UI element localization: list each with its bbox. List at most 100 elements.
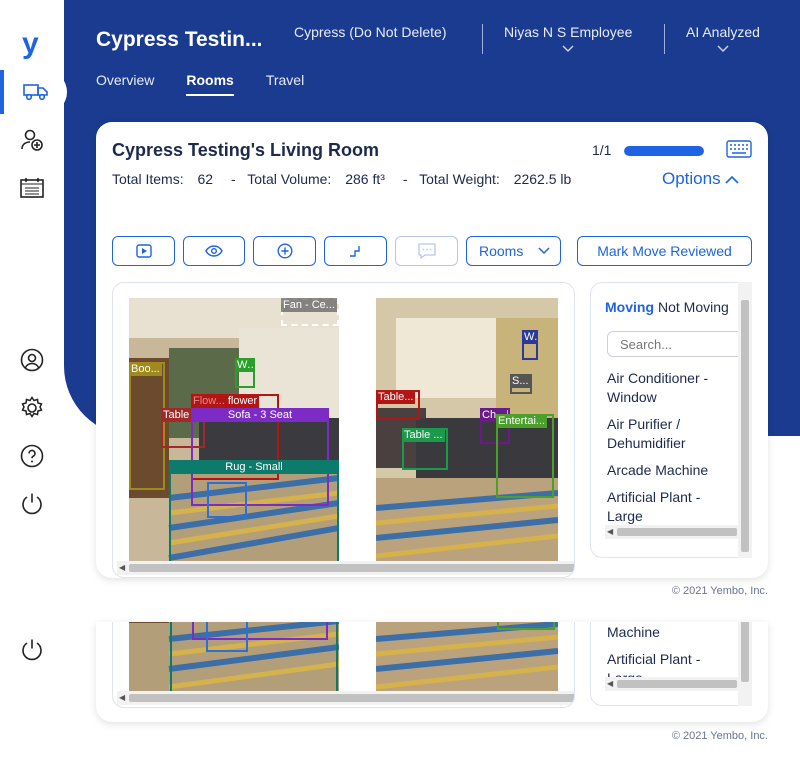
account-name: Cypress (Do Not Delete)	[294, 24, 447, 40]
sidebar-item-add-user[interactable]	[0, 118, 64, 162]
bbox-label: Entertai...	[496, 414, 548, 428]
profile-icon	[20, 348, 44, 372]
bbox-label-flower: flower	[227, 395, 258, 407]
settings-icon	[21, 396, 43, 418]
bbox-w[interactable]: W...	[522, 330, 538, 360]
eye-icon	[205, 245, 223, 257]
calendar-icon	[20, 178, 44, 198]
chevron-down-icon	[562, 45, 574, 53]
sidebar-item-calendar[interactable]	[0, 166, 64, 210]
analysis-status: AI Analyzed	[686, 24, 760, 40]
bbox-label: Table...	[376, 390, 416, 404]
room-photo-1-lower	[129, 622, 339, 693]
help-icon	[20, 444, 44, 468]
add-item-button[interactable]	[253, 236, 316, 266]
scroll-left-arrow-icon[interactable]: ◀	[119, 563, 125, 572]
comment-icon	[417, 243, 436, 259]
power-icon	[22, 639, 42, 661]
copyright: © 2021 Yembo, Inc.	[671, 585, 768, 597]
scrollbar-thumb[interactable]	[741, 300, 749, 552]
tab-not-moving[interactable]: Not Moving	[658, 299, 729, 315]
sidebar-item-logout-duplicate[interactable]	[0, 628, 64, 672]
room-photo-1[interactable]: Fan - Ce... Boo... W... Flow... flower T…	[129, 298, 339, 564]
images-horizontal-scrollbar[interactable]: ◀ ▶	[117, 561, 574, 575]
scroll-left-arrow-icon[interactable]: ◀	[119, 693, 125, 702]
item-search-input[interactable]	[607, 331, 747, 357]
items-horizontal-scrollbar[interactable]: ◀	[605, 525, 751, 539]
scrollbar-thumb[interactable]	[129, 694, 574, 702]
list-item[interactable]: Air Conditioner - Window	[607, 369, 719, 407]
bbox-label: Sofa - 3 Seat	[191, 408, 329, 422]
sidebar-item-moves[interactable]	[0, 70, 67, 114]
scrollbar-thumb[interactable]	[741, 622, 749, 682]
sidebar-item-logout[interactable]	[0, 482, 64, 526]
comment-button[interactable]	[395, 236, 458, 266]
list-item[interactable]: Air Purifier / Dehumidifier	[607, 415, 719, 453]
measure-button[interactable]	[324, 236, 387, 266]
bbox-fan[interactable]: Fan - Ce...	[281, 298, 339, 326]
images-horizontal-scrollbar-lower[interactable]: ◀ ▶	[117, 691, 574, 705]
chevron-down-icon	[717, 45, 729, 53]
mark-move-reviewed-button[interactable]: Mark Move Reviewed	[577, 236, 752, 266]
stat-separator: -	[402, 171, 408, 187]
scrollbar-thumb[interactable]	[617, 528, 737, 536]
options-toggle[interactable]: Options	[662, 169, 739, 189]
bbox-label-flow: Flow...	[193, 395, 225, 407]
sidebar-item-settings[interactable]	[0, 386, 64, 430]
room-images-panel: Fan - Ce... Boo... W... Flow... flower T…	[112, 282, 575, 578]
play-icon	[135, 244, 152, 258]
tab-overview[interactable]: Overview	[96, 72, 154, 96]
scrollbar-thumb[interactable]	[617, 680, 737, 688]
view-button[interactable]	[183, 236, 245, 266]
scroll-left-arrow-icon[interactable]: ◀	[607, 679, 613, 688]
list-item[interactable]: Machine	[607, 623, 719, 642]
tab-travel[interactable]: Travel	[266, 72, 304, 96]
progress-fill	[624, 146, 704, 156]
sidebar: y	[0, 0, 67, 768]
corner-icon	[349, 246, 360, 257]
bbox-s[interactable]: S...	[510, 374, 532, 394]
keyboard-icon[interactable]	[726, 140, 752, 158]
chevron-down-icon	[538, 247, 550, 255]
user-dropdown[interactable]: Niyas N S Employee	[504, 24, 632, 56]
items-horizontal-scrollbar-lower[interactable]: ◀	[605, 677, 751, 691]
bbox-label: S...	[510, 374, 531, 388]
tab-moving[interactable]: Moving	[605, 299, 654, 315]
room-photo-2-lower-image	[376, 622, 558, 693]
room-toolbar: Rooms Mark Move Reviewed	[112, 236, 752, 266]
copyright-lower: © 2021 Yembo, Inc.	[671, 730, 768, 742]
items-panel: MovingNot Moving Air Conditioner - Windo…	[590, 282, 752, 558]
bbox-books[interactable]: Boo...	[129, 362, 165, 490]
bbox-stool[interactable]	[207, 482, 247, 518]
rooms-dropdown[interactable]: Rooms	[466, 236, 561, 266]
bbox-label: Fan - Ce...	[281, 298, 337, 312]
room-photo-2[interactable]: W... S... Table... Ch... Entertai... Tab…	[376, 298, 558, 564]
bbox-entertainment[interactable]: Entertai...	[496, 414, 554, 498]
items-vertical-scrollbar[interactable]	[738, 282, 752, 558]
items-vertical-scrollbar-lower[interactable]	[738, 622, 752, 706]
bbox-table-1[interactable]: Table...	[376, 390, 420, 420]
bbox-w[interactable]: W...	[235, 358, 255, 388]
list-item[interactable]: Arcade Machine	[607, 461, 719, 480]
yembo-logo[interactable]: y	[22, 29, 44, 60]
play-video-button[interactable]	[112, 236, 175, 266]
sidebar-item-profile[interactable]	[0, 338, 64, 382]
list-item[interactable]: Artificial Plant - Large	[607, 488, 719, 526]
status-dropdown[interactable]: AI Analyzed	[686, 24, 760, 56]
bbox-label: W...	[522, 330, 538, 344]
bbox-table-2[interactable]: Table ...	[402, 428, 448, 470]
room-title: Cypress Testing's Living Room	[112, 140, 379, 160]
stat-separator: -	[230, 171, 236, 187]
scrollbar-thumb[interactable]	[129, 564, 574, 572]
bbox-label: Rug - Small	[169, 460, 339, 474]
bbox-rug[interactable]: Rug - Small	[169, 460, 339, 564]
sidebar-item-help[interactable]	[0, 434, 64, 478]
scroll-left-arrow-icon[interactable]: ◀	[607, 527, 613, 536]
room-stats: Total Items: 62 - Total Volume: 286 ft³ …	[112, 171, 575, 187]
tab-rooms[interactable]: Rooms	[186, 72, 234, 96]
rooms-dropdown-label: Rooms	[479, 243, 524, 259]
tab-bar: Overview Rooms Travel	[96, 72, 304, 96]
items-panel-lower: Machine Artificial Plant - Large ◀	[590, 622, 752, 706]
page-title: Cypress Testin...	[96, 28, 263, 51]
items-value: 62	[197, 171, 214, 187]
